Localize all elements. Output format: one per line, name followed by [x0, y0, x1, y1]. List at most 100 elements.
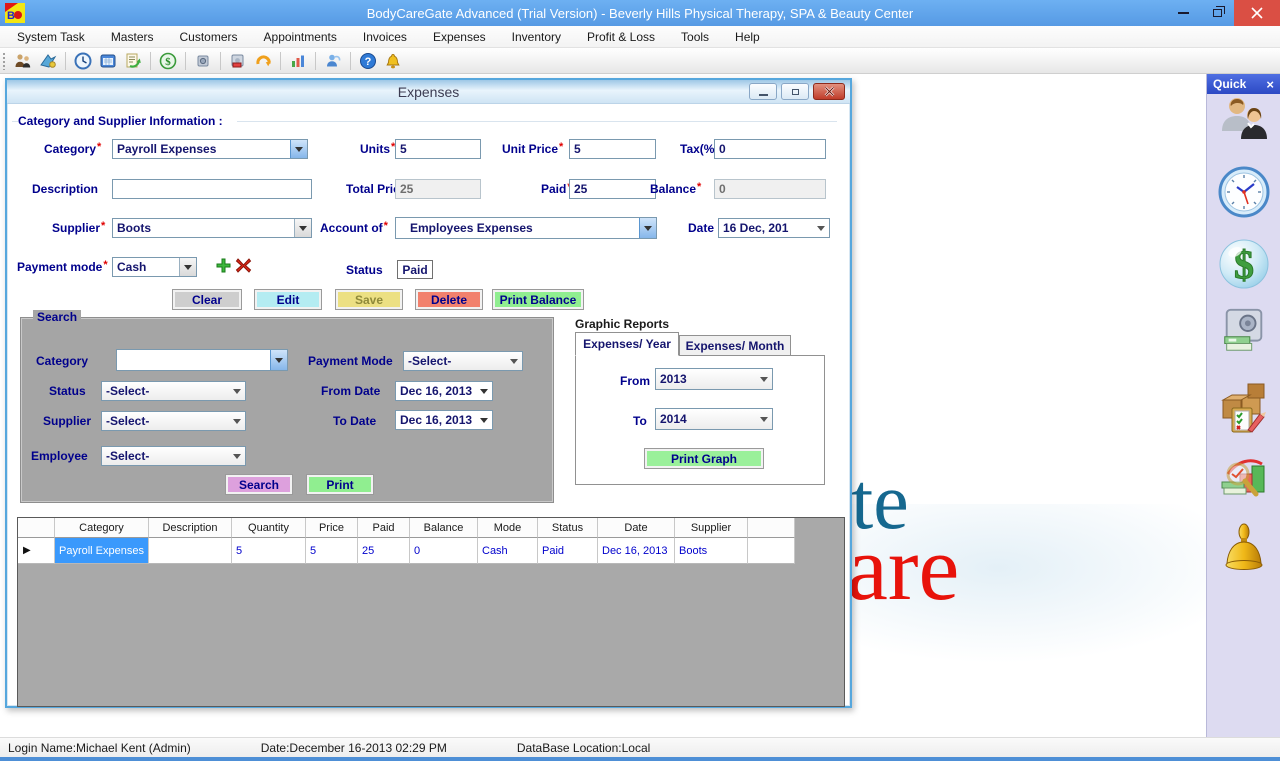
statusbar-login: Login Name:Michael Kent (Admin) — [8, 741, 191, 755]
reminder-bell-icon[interactable] — [1218, 516, 1270, 580]
cell-description[interactable] — [149, 538, 232, 564]
print-balance-button[interactable]: Print Balance — [492, 289, 584, 310]
menu-invoices[interactable]: Invoices — [350, 27, 420, 47]
backup-undo-icon[interactable] — [253, 51, 273, 71]
print-button[interactable]: Print — [306, 474, 374, 495]
search-category-combobox[interactable] — [116, 349, 288, 371]
cash-safe-icon[interactable] — [1218, 306, 1270, 356]
grid-data-row[interactable]: ▶ Payroll Expenses 5 5 25 0 Cash Paid De… — [18, 538, 844, 564]
masters-icon[interactable] — [38, 51, 58, 71]
paid-input[interactable]: 25 — [569, 179, 656, 199]
col-paid[interactable]: Paid — [358, 518, 410, 538]
account-of-combobox[interactable]: Employees Expenses — [395, 217, 657, 239]
search-status-label: Status — [49, 384, 86, 398]
cell-paid[interactable]: 25 — [358, 538, 410, 564]
dollar-bubble-icon[interactable]: $ — [1218, 234, 1270, 294]
account-of-label: Account of* — [320, 221, 388, 235]
cell-balance[interactable]: 0 — [410, 538, 478, 564]
dialog-minimize-button[interactable] — [749, 83, 777, 100]
cell-mode[interactable]: Cash — [478, 538, 538, 564]
menu-system-task[interactable]: System Task — [4, 27, 98, 47]
customers-icon[interactable] — [13, 51, 33, 71]
user-sync-icon[interactable] — [323, 51, 343, 71]
expenses-dollar-icon[interactable]: $ — [158, 51, 178, 71]
col-status[interactable]: Status — [538, 518, 598, 538]
print-graph-button[interactable]: Print Graph — [644, 448, 764, 469]
search-payment-mode-combobox[interactable]: -Select- — [403, 351, 523, 371]
col-price[interactable]: Price — [306, 518, 358, 538]
dialog-close-button[interactable] — [813, 83, 845, 100]
background-watermark-bottom: are — [847, 522, 959, 614]
reminder-bell-icon[interactable] — [383, 51, 403, 71]
date-combobox[interactable]: 16 Dec, 201 — [718, 218, 830, 238]
menu-customers[interactable]: Customers — [167, 27, 251, 47]
clock-icon[interactable] — [1218, 160, 1270, 224]
minimize-button[interactable] — [1166, 0, 1200, 26]
restore-button[interactable] — [1200, 0, 1234, 26]
quick-panel: Quick × — [1206, 74, 1280, 737]
menu-appointments[interactable]: Appointments — [251, 27, 350, 47]
payment-mode-combobox[interactable]: Cash — [112, 257, 197, 277]
help-icon[interactable]: ? — [358, 51, 378, 71]
search-supplier-combobox[interactable]: -Select- — [101, 411, 246, 431]
col-balance[interactable]: Balance — [410, 518, 478, 538]
menu-inventory[interactable]: Inventory — [499, 27, 574, 47]
cell-date[interactable]: Dec 16, 2013 — [598, 538, 675, 564]
col-description[interactable]: Description — [149, 518, 232, 538]
graphic-reports-title: Graphic Reports — [575, 317, 669, 331]
save-button[interactable]: Save — [335, 289, 403, 310]
category-combobox[interactable]: Payroll Expenses — [112, 139, 308, 159]
menu-tools[interactable]: Tools — [668, 27, 722, 47]
search-button[interactable]: Search — [225, 474, 293, 495]
calendar-icon[interactable] — [98, 51, 118, 71]
col-date[interactable]: Date — [598, 518, 675, 538]
to-date-combobox[interactable]: Dec 16, 2013 — [395, 410, 493, 430]
delete-button[interactable]: Delete — [415, 289, 483, 310]
col-mode[interactable]: Mode — [478, 518, 538, 538]
delete-payment-mode-icon[interactable] — [235, 257, 252, 274]
svg-text:B: B — [7, 10, 15, 22]
tab-expenses-year[interactable]: Expenses/ Year — [575, 332, 679, 356]
tab-expenses-month[interactable]: Expenses/ Month — [679, 335, 791, 356]
col-category[interactable]: Category — [55, 518, 149, 538]
unit-price-input[interactable]: 5 — [569, 139, 656, 159]
appointments-clock-icon[interactable] — [73, 51, 93, 71]
inventory-boxes-icon[interactable] — [1218, 376, 1270, 440]
col-quantity[interactable]: Quantity — [232, 518, 306, 538]
add-payment-mode-icon[interactable] — [215, 257, 232, 274]
tax-input[interactable]: 0 — [714, 139, 826, 159]
window-title: BodyCareGate Advanced (Trial Version) - … — [0, 6, 1280, 21]
menu-expenses[interactable]: Expenses — [420, 27, 499, 47]
menu-help[interactable]: Help — [722, 27, 773, 47]
supplier-combobox[interactable]: Boots — [112, 218, 312, 238]
cell-category[interactable]: Payroll Expenses — [55, 538, 149, 564]
col-supplier[interactable]: Supplier — [675, 518, 748, 538]
employee-combobox[interactable]: -Select- — [101, 446, 246, 466]
menu-profit-loss[interactable]: Profit & Loss — [574, 27, 668, 47]
window-bottom-border — [0, 757, 1280, 761]
customers-icon[interactable] — [1218, 90, 1270, 148]
clear-button[interactable]: Clear — [172, 289, 242, 310]
inventory-small-icon[interactable] — [193, 51, 213, 71]
edit-button[interactable]: Edit — [254, 289, 322, 310]
cell-price[interactable]: 5 — [306, 538, 358, 564]
to-date-label: To Date — [333, 414, 376, 428]
units-input[interactable]: 5 — [395, 139, 481, 159]
report-search-icon[interactable] — [1218, 452, 1270, 504]
safe-icon[interactable] — [228, 51, 248, 71]
reports-chart-icon[interactable] — [288, 51, 308, 71]
cell-supplier[interactable]: Boots — [675, 538, 748, 564]
dialog-maximize-button[interactable] — [781, 83, 809, 100]
from-date-combobox[interactable]: Dec 16, 2013 — [395, 381, 493, 401]
description-input[interactable] — [112, 179, 312, 199]
menu-masters[interactable]: Masters — [98, 27, 167, 47]
grid-header-row: Category Description Quantity Price Paid… — [18, 518, 844, 538]
payment-mode-label: Payment mode* — [17, 260, 108, 274]
graph-from-combobox[interactable]: 2013 — [655, 368, 773, 390]
cell-quantity[interactable]: 5 — [232, 538, 306, 564]
graph-to-combobox[interactable]: 2014 — [655, 408, 773, 430]
close-button[interactable] — [1234, 0, 1280, 26]
cell-status[interactable]: Paid — [538, 538, 598, 564]
search-status-combobox[interactable]: -Select- — [101, 381, 246, 401]
invoices-icon[interactable] — [123, 51, 143, 71]
